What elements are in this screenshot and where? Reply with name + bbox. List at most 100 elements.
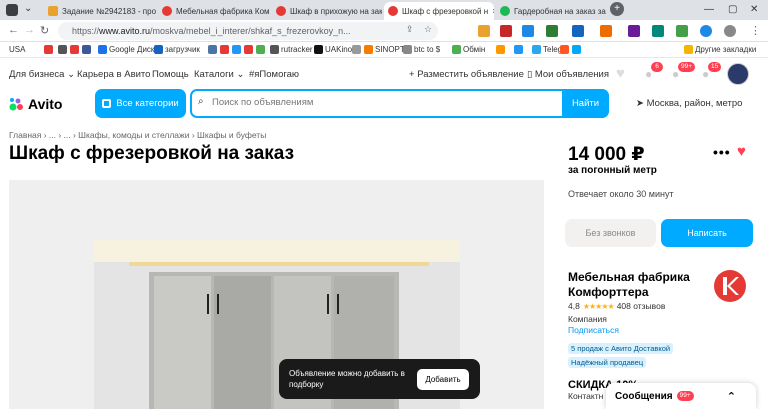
bookmark-item[interactable]: [58, 45, 69, 54]
new-tab-button[interactable]: +: [610, 2, 624, 16]
bookmark-item[interactable]: [496, 45, 507, 54]
bookmark-item[interactable]: Обмін: [452, 45, 485, 54]
bookmark-favicon-icon: [514, 45, 523, 54]
contacts-text: Контактн: [568, 391, 604, 401]
menu-kebab-icon[interactable]: ⋮: [750, 24, 761, 37]
more-options-icon[interactable]: •••: [713, 144, 731, 160]
share-icon[interactable]: ⇪: [406, 24, 414, 35]
seller-type: Компания: [568, 314, 607, 324]
bookmark-item[interactable]: [560, 45, 571, 54]
seller-name[interactable]: Мебельная фабрика Комфорттера: [568, 270, 698, 300]
bookmark-favicon-icon: [452, 45, 461, 54]
extension-icon[interactable]: [500, 25, 512, 37]
seller-logo-icon: [714, 270, 746, 302]
extension-icon[interactable]: [628, 25, 640, 37]
bookmark-item[interactable]: [44, 45, 55, 54]
toast-text: Объявление можно добавить в подборку: [289, 369, 405, 389]
tab-search-icon[interactable]: ⌄: [24, 3, 32, 14]
bookmark-item[interactable]: [244, 45, 255, 54]
tab-5[interactable]: Гардеробная на заказ за×: [496, 2, 606, 20]
extension-icon[interactable]: [522, 25, 534, 37]
cart-badge: 15: [708, 62, 722, 72]
bookmark-item[interactable]: загрузчик: [154, 45, 200, 54]
seller-logo[interactable]: [708, 268, 752, 304]
avito-logo[interactable]: Avito: [9, 96, 62, 112]
bookmark-item[interactable]: [220, 45, 231, 54]
tab-active[interactable]: Шкаф с фрезеровкой н×: [384, 2, 494, 20]
collection-toast: Объявление можно добавить в подборку Доб…: [279, 359, 480, 399]
bookmark-item[interactable]: [70, 45, 81, 54]
add-to-collection-button[interactable]: Добавить: [417, 369, 469, 390]
close-icon[interactable]: ×: [492, 6, 494, 16]
extension-icon[interactable]: [676, 25, 688, 37]
forward-icon[interactable]: →: [24, 24, 35, 36]
extension-icon[interactable]: [478, 25, 490, 37]
bookmark-item[interactable]: [352, 45, 363, 54]
help-tag-link[interactable]: #яПомогаю: [249, 69, 299, 80]
bookmark-item[interactable]: UAKino: [314, 45, 352, 54]
bookmark-item[interactable]: [82, 45, 93, 54]
avatar[interactable]: [727, 63, 749, 85]
bookmark-favicon-icon: [98, 45, 107, 54]
close-window-icon[interactable]: ✕: [750, 4, 758, 15]
subscribe-link[interactable]: Подписаться: [568, 325, 619, 335]
bookmark-favicon-icon: [403, 45, 412, 54]
reload-icon[interactable]: ↻: [40, 24, 49, 37]
bookmark-item[interactable]: [208, 45, 219, 54]
search-icon: ⌕: [198, 96, 204, 107]
bookmark-favicon-icon: [70, 45, 79, 54]
my-ads-link[interactable]: ▯ Мои объявления: [527, 69, 609, 80]
price-unit: за погонный метр: [568, 165, 657, 176]
tab-favicon-icon: [500, 6, 510, 16]
bookmark-star-icon[interactable]: ☆: [424, 24, 432, 35]
bookmark-item[interactable]: Google Диск: [98, 45, 154, 54]
extension-icon[interactable]: [652, 25, 664, 37]
avito-top-nav: Для бизнеса ⌄ Карьера в Авито Помощь Кат…: [0, 58, 768, 88]
breadcrumb[interactable]: Главная › ... › ... › Шкафы, комоды и ст…: [9, 130, 266, 140]
bookmark-item[interactable]: btc to $: [403, 45, 440, 54]
post-ad-link[interactable]: + Разместить объявление: [409, 69, 524, 80]
bookmark-favicon-icon: [256, 45, 265, 54]
write-button[interactable]: Написать: [661, 219, 753, 247]
tab-1[interactable]: Задание №2942183 - про×: [44, 2, 156, 20]
catalogs-link[interactable]: Каталоги ⌄: [194, 69, 244, 80]
back-icon[interactable]: ←: [8, 24, 19, 36]
extension-icon[interactable]: [572, 25, 584, 37]
search-input[interactable]: ⌕ Поиск по объявлениям: [190, 89, 609, 118]
extension-icon[interactable]: [700, 25, 712, 37]
bookmark-favicon-icon: [560, 45, 569, 54]
favorites-heart-icon[interactable]: ♥: [616, 65, 625, 82]
url-field[interactable]: https://www.avito.ru/moskva/mebel_i_inte…: [58, 22, 438, 40]
avito-logo-icon: [9, 98, 23, 111]
bookmark-favicon-icon: [314, 45, 323, 54]
page-title: Шкаф с фрезеровкой на заказ: [9, 143, 295, 164]
bookmark-item[interactable]: [514, 45, 525, 54]
favorite-heart-icon[interactable]: ♥: [737, 143, 746, 160]
bookmark-item[interactable]: USA: [9, 45, 25, 54]
window-menu-icon[interactable]: [6, 4, 18, 16]
bookmark-item[interactable]: rutracker: [270, 45, 313, 54]
business-link[interactable]: Для бизнеса ⌄: [9, 69, 75, 80]
all-categories-button[interactable]: Все категории: [95, 89, 186, 118]
career-link[interactable]: Карьера в Авито: [77, 69, 150, 80]
find-button[interactable]: Найти: [562, 89, 609, 118]
messages-widget[interactable]: Сообщения 99+ ⌃: [606, 383, 756, 409]
maximize-icon[interactable]: ▢: [728, 4, 737, 15]
location-selector[interactable]: ➤ Москва, район, метро: [636, 98, 742, 109]
bookmark-item[interactable]: [256, 45, 267, 54]
minimize-icon[interactable]: —: [704, 4, 714, 15]
help-link[interactable]: Помощь: [152, 69, 189, 80]
tab-3[interactable]: Шкаф в прихожую на зак×: [272, 2, 382, 20]
chevron-up-icon[interactable]: ⌃: [727, 390, 736, 403]
extension-icon[interactable]: [600, 25, 612, 37]
seller-rating[interactable]: 4,8 ★★★★★ 408 отзывов: [568, 301, 665, 311]
bookmark-item[interactable]: [232, 45, 243, 54]
tab-favicon-icon: [48, 6, 58, 16]
tab-2[interactable]: Мебельная фабрика Ком×: [158, 2, 270, 20]
no-calls-button[interactable]: Без звонков: [565, 219, 656, 247]
extension-icon[interactable]: [546, 25, 558, 37]
bookmark-item[interactable]: Другие закладки: [684, 45, 756, 54]
bookmark-item[interactable]: [572, 45, 583, 54]
profile-icon[interactable]: [724, 25, 736, 37]
messages-widget-badge: 99+: [676, 391, 694, 401]
